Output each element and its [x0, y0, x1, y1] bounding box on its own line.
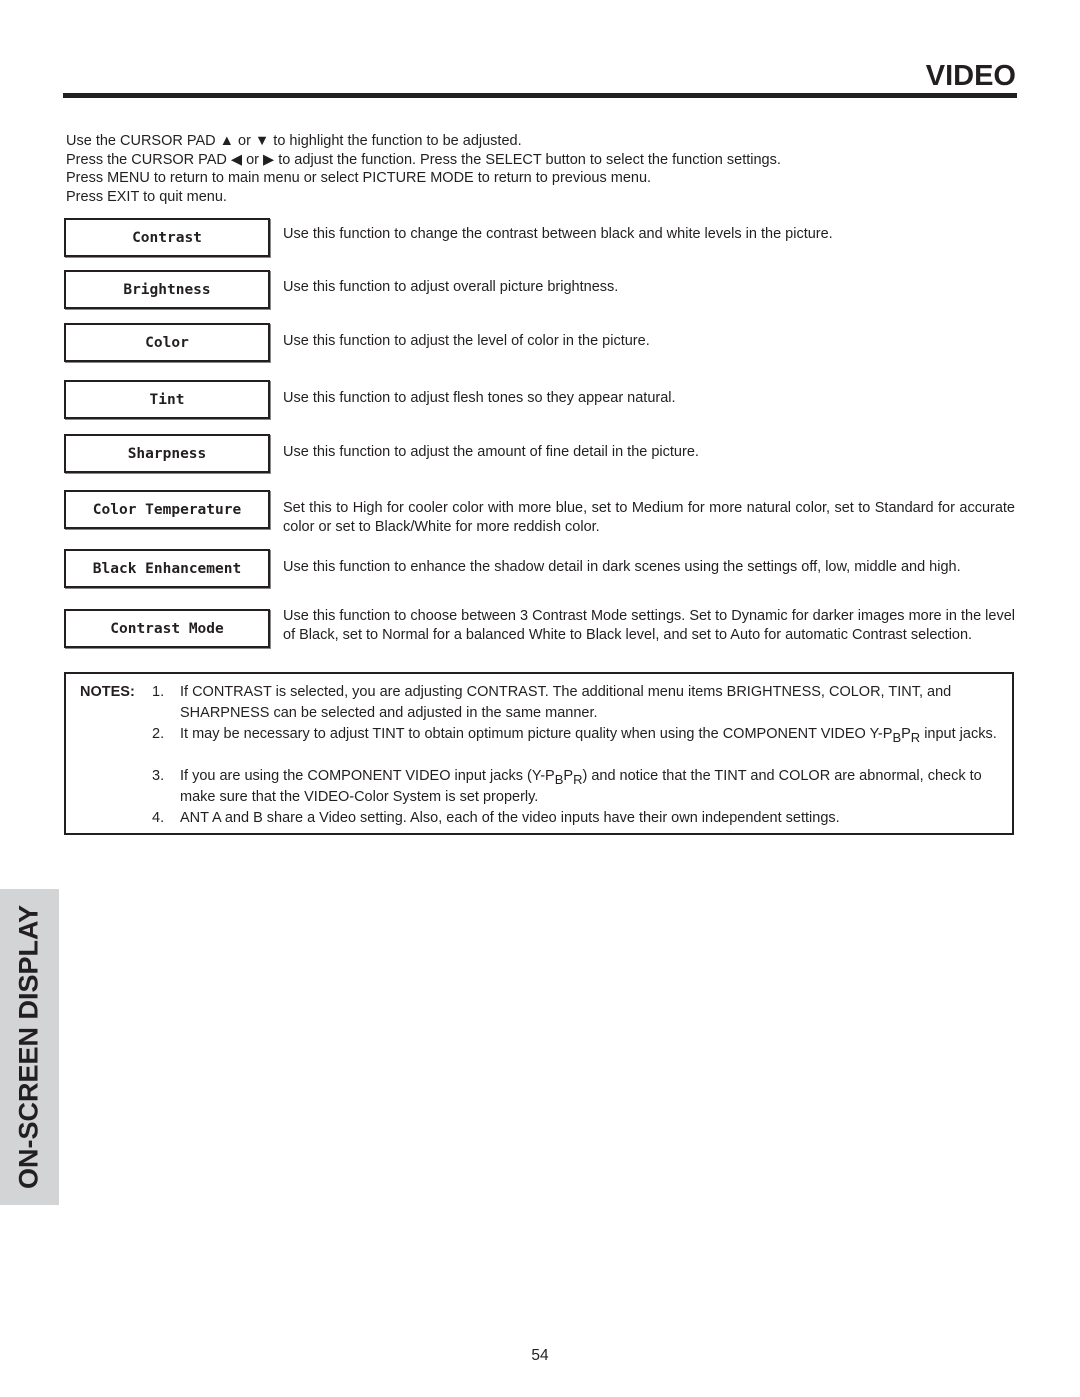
- note-number: 3.: [152, 768, 165, 784]
- menu-item-description: Use this function to adjust flesh tones …: [283, 390, 676, 406]
- title-rule: [63, 93, 1017, 98]
- note-text: It may be necessary to adjust TINT to ob…: [180, 724, 1005, 745]
- subscript: B: [892, 730, 902, 745]
- note-number: 1.: [152, 684, 165, 700]
- note-text: If CONTRAST is selected, you are adjusti…: [180, 684, 952, 721]
- subscript: R: [910, 730, 921, 745]
- section-side-tab: ON-SCREEN DISPLAY: [0, 889, 59, 1205]
- menu-item-description: Use this function to choose between 3 Co…: [283, 608, 1015, 643]
- menu-item-description: Use this function to adjust overall pict…: [283, 279, 619, 295]
- menu-item-description: Use this function to enhance the shadow …: [283, 559, 961, 575]
- menu-item-description: Use this function to adjust the level of…: [283, 333, 650, 349]
- page-number: 54: [531, 1347, 549, 1364]
- intro-instructions: Use the CURSOR PAD ▲ or ▼ to highlight t…: [66, 132, 781, 206]
- intro-line: Use the CURSOR PAD ▲ or ▼ to highlight t…: [66, 133, 522, 149]
- intro-line: Press EXIT to quit menu.: [66, 188, 227, 205]
- side-tab-label: ON-SCREEN DISPLAY: [13, 904, 44, 1190]
- menu-item-description: Use this function to change the contrast…: [283, 226, 833, 242]
- note-text-part: P: [901, 726, 911, 742]
- notes-box: NOTES: 1. If CONTRAST is selected, you a…: [64, 672, 1014, 835]
- page-title: VIDEO: [925, 60, 1016, 92]
- note-text: ANT A and B share a Video setting. Also,…: [180, 810, 840, 826]
- note-text: If you are using the COMPONENT VIDEO inp…: [180, 766, 1005, 808]
- menu-item-color-temperature: Color Temperature: [64, 490, 270, 529]
- note-text-part: It may be necessary to adjust TINT to ob…: [180, 726, 893, 742]
- menu-item-contrast: Contrast: [64, 218, 270, 257]
- note-text-part: input jacks.: [920, 726, 997, 742]
- menu-item-description: Use this function to adjust the amount o…: [283, 444, 699, 460]
- note-number: 2.: [152, 726, 165, 742]
- menu-item-sharpness: Sharpness: [64, 434, 270, 473]
- menu-item-brightness: Brightness: [64, 270, 270, 309]
- menu-item-description: Set this to High for cooler color with m…: [283, 500, 1015, 535]
- note-number: 4.: [152, 810, 165, 826]
- menu-item-color: Color: [64, 323, 270, 362]
- menu-item-black-enhancement: Black Enhancement: [64, 549, 270, 588]
- menu-item-contrast-mode: Contrast Mode: [64, 609, 270, 648]
- note-text-part: P: [563, 768, 574, 784]
- notes-label: NOTES:: [80, 684, 135, 700]
- intro-line: Press the CURSOR PAD ◀ or ▶ to adjust th…: [66, 151, 781, 168]
- menu-item-tint: Tint: [64, 380, 270, 419]
- note-text-part: If you are using the COMPONENT VIDEO inp…: [180, 768, 555, 784]
- intro-line: Press MENU to return to main menu or sel…: [66, 170, 652, 187]
